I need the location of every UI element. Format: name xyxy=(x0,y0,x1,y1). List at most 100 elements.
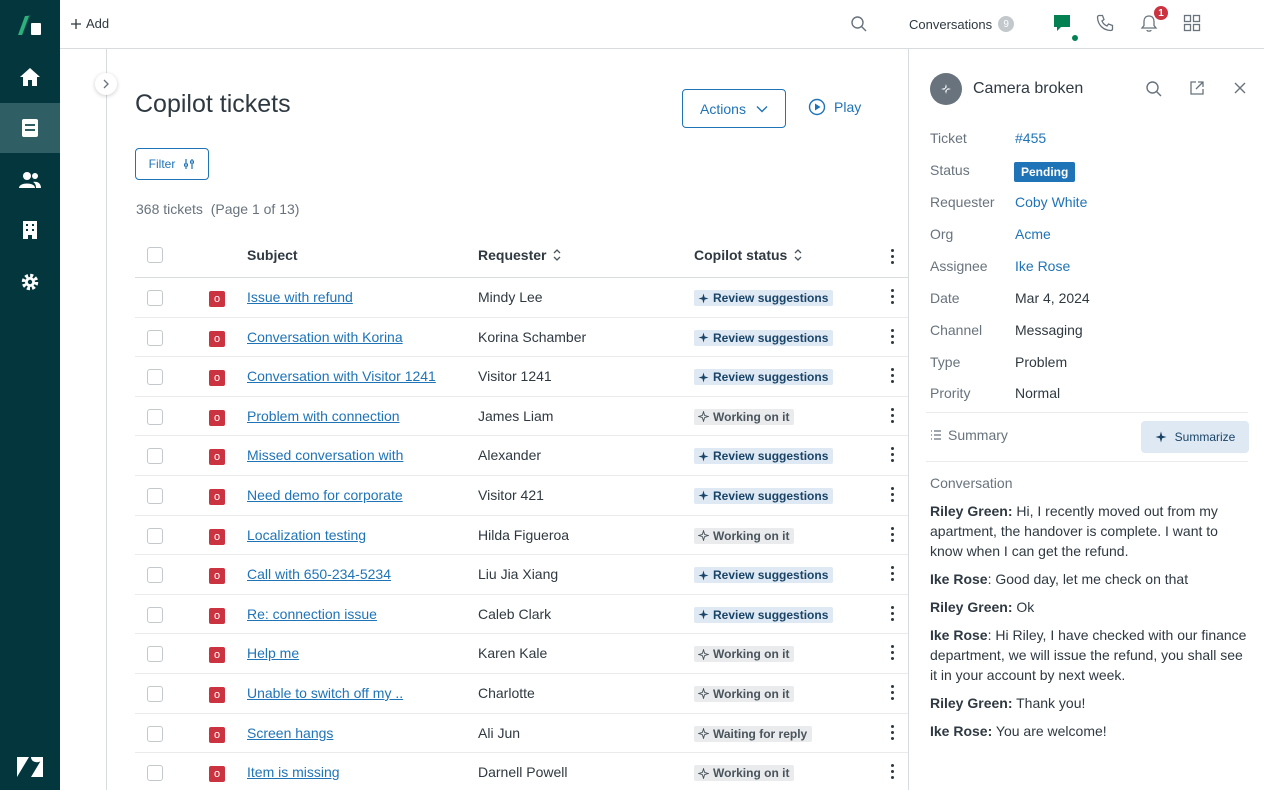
conversations-button[interactable]: Conversations 9 xyxy=(909,16,1015,32)
row-options-icon[interactable] xyxy=(891,368,895,386)
requester-link[interactable]: Coby White xyxy=(1015,194,1087,210)
select-all-checkbox[interactable] xyxy=(147,247,163,263)
row-checkbox[interactable] xyxy=(147,685,163,702)
requester-cell: Liu Jia Xiang xyxy=(478,566,559,583)
row-options-icon[interactable] xyxy=(891,724,895,743)
row-options-icon[interactable] xyxy=(891,566,895,584)
table-row[interactable]: o Re: connection issue Caleb Clark Review s… xyxy=(135,595,908,635)
column-header-copilot-status[interactable]: Copilot status xyxy=(694,247,803,263)
table-row[interactable]: o Missed conversation with Alexander Review… xyxy=(135,436,908,476)
table-row[interactable]: o Item is missing Darnell Powell Working on… xyxy=(135,753,908,790)
row-checkbox[interactable] xyxy=(147,765,163,782)
search-icon[interactable] xyxy=(850,15,868,33)
row-options-icon[interactable] xyxy=(891,328,895,347)
copilot-status-label: Working on it xyxy=(713,647,790,662)
table-row[interactable]: o Call with 650-234-5234 Liu Jia Xiang Revi… xyxy=(135,555,908,595)
table-row[interactable]: o Issue with refund Mindy Lee Review sugges… xyxy=(135,278,908,318)
row-options-icon[interactable] xyxy=(891,684,895,703)
actions-button-label: Actions xyxy=(700,100,746,117)
row-options-icon[interactable] xyxy=(891,447,895,465)
expand-views-button[interactable] xyxy=(95,73,117,95)
table-row[interactable]: o Screen hangs Ali Jun Waiting for reply xyxy=(135,714,908,754)
row-checkbox[interactable] xyxy=(147,369,163,386)
row-options-icon[interactable] xyxy=(891,764,895,782)
row-options-icon[interactable] xyxy=(891,289,895,307)
open-external-icon[interactable] xyxy=(1189,80,1205,96)
apps-grid-icon[interactable] xyxy=(1183,14,1201,32)
copilot-status-tag: Working on it xyxy=(694,765,795,782)
add-button[interactable]: Add xyxy=(70,16,109,31)
row-checkbox[interactable] xyxy=(147,290,163,306)
building-icon xyxy=(23,221,37,239)
ticket-subject-link[interactable]: Call with 650-234-5234 xyxy=(247,566,391,582)
ticket-status-badge: o xyxy=(209,330,225,347)
ticket-subject-link[interactable]: Help me xyxy=(247,645,299,661)
table-row[interactable]: o Unable to switch off my .. Charlotte Work… xyxy=(135,674,908,714)
play-button[interactable]: Play xyxy=(808,98,861,116)
row-options-icon[interactable] xyxy=(891,645,895,663)
nav-home[interactable] xyxy=(0,52,60,102)
ticket-subject-link[interactable]: Missed conversation with xyxy=(247,447,403,463)
row-options-icon[interactable] xyxy=(891,605,895,624)
row-checkbox[interactable] xyxy=(147,448,163,465)
row-checkbox[interactable] xyxy=(147,487,163,504)
ticket-subject-link[interactable]: Conversation with Korina xyxy=(247,329,403,345)
row-checkbox[interactable] xyxy=(147,329,163,346)
table-row[interactable]: o Problem with connection James Liam Workin… xyxy=(135,397,908,437)
ticket-subject-link[interactable]: Unable to switch off my .. xyxy=(247,685,403,701)
table-row[interactable]: o Need demo for corporate Visitor 421 Revie… xyxy=(135,476,908,516)
search-icon[interactable] xyxy=(1145,80,1163,98)
copilot-status-tag: Review suggestions xyxy=(694,329,834,346)
row-checkbox[interactable] xyxy=(147,567,163,584)
row-checkbox[interactable] xyxy=(147,527,163,544)
ticket-subject-link[interactable]: Re: connection issue xyxy=(247,606,377,622)
ticket-subject-link[interactable]: Screen hangs xyxy=(247,725,333,741)
table-row[interactable]: o Conversation with Korina Korina Schamber… xyxy=(135,318,908,358)
row-options-icon[interactable] xyxy=(891,486,895,505)
row-options-icon[interactable] xyxy=(891,407,895,426)
row-checkbox[interactable] xyxy=(147,408,163,425)
ticket-subject-link[interactable]: Item is missing xyxy=(247,764,340,780)
chat-icon[interactable] xyxy=(1053,14,1071,32)
table-row[interactable]: o Localization testing Hilda Figueroa Worki… xyxy=(135,516,908,556)
column-header-subject[interactable]: Subject xyxy=(247,247,298,263)
nav-organizations[interactable] xyxy=(0,205,60,255)
summarize-button[interactable]: Summarize xyxy=(1141,421,1249,453)
nav-settings[interactable] xyxy=(0,257,60,307)
nav-tickets[interactable] xyxy=(0,103,60,153)
nav-customers[interactable] xyxy=(0,155,60,205)
ticket-number-link[interactable]: #455 xyxy=(1015,130,1046,146)
message-text: You are welcome! xyxy=(992,723,1107,739)
phone-icon[interactable] xyxy=(1096,14,1114,32)
close-icon[interactable] xyxy=(1234,82,1246,94)
column-options-icon[interactable] xyxy=(891,249,895,267)
ticket-status-badge: o xyxy=(209,766,225,783)
actions-button[interactable]: Actions xyxy=(682,89,786,128)
row-checkbox[interactable] xyxy=(147,646,163,663)
sparkle-icon xyxy=(698,451,709,462)
priority-value: Normal xyxy=(1015,385,1061,401)
copilot-status-tag: Waiting for reply xyxy=(694,725,813,742)
table-body: o Issue with refund Mindy Lee Review sugges… xyxy=(135,278,908,790)
ticket-subject-link[interactable]: Conversation with Visitor 1241 xyxy=(247,368,436,384)
table-row[interactable]: o Conversation with Visitor 1241 Visitor 1… xyxy=(135,357,908,397)
org-link[interactable]: Acme xyxy=(1015,226,1051,242)
table-row[interactable]: o Help me Karen Kale Working on it xyxy=(135,634,908,674)
zendesk-logo-icon[interactable] xyxy=(16,756,44,778)
message-text: Thank you! xyxy=(1012,695,1086,711)
ticket-subject-link[interactable]: Localization testing xyxy=(247,527,366,543)
row-checkbox[interactable] xyxy=(147,725,163,742)
column-header-requester[interactable]: Requester xyxy=(478,247,562,263)
product-logo-icon[interactable] xyxy=(17,13,43,37)
ticket-subject-link[interactable]: Need demo for corporate xyxy=(247,487,403,503)
sparkle-slash-icon xyxy=(940,83,952,95)
filter-button[interactable]: Filter xyxy=(135,148,209,180)
row-options-icon[interactable] xyxy=(891,526,895,545)
copilot-status-tag: Working on it xyxy=(694,527,795,544)
assignee-link[interactable]: Ike Rose xyxy=(1015,258,1070,274)
row-checkbox[interactable] xyxy=(147,606,163,623)
field-label-assignee: Assignee xyxy=(930,258,988,274)
ticket-subject-link[interactable]: Problem with connection xyxy=(247,408,400,424)
ticket-subject-link[interactable]: Issue with refund xyxy=(247,289,353,305)
copilot-status-label: Review suggestions xyxy=(713,488,829,503)
